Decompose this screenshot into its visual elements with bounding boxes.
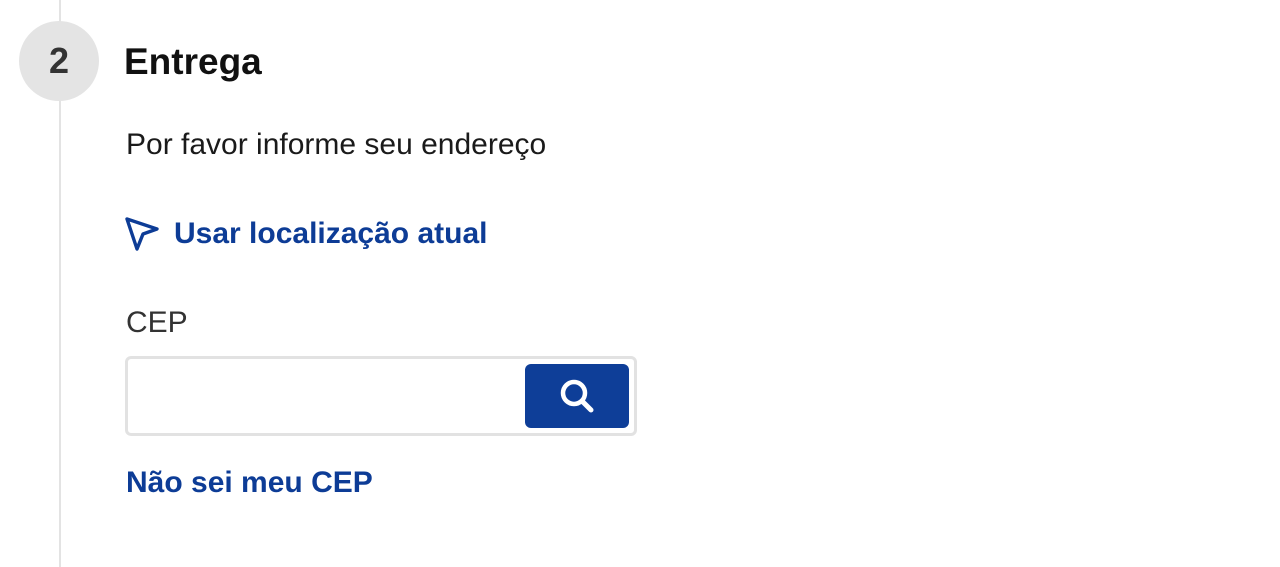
cep-search-button[interactable]	[525, 364, 629, 428]
cep-input-group	[125, 356, 637, 436]
step-number-badge: 2	[19, 21, 99, 101]
step-title: Entrega	[124, 41, 262, 82]
address-instructions: Por favor informe seu endereço	[126, 128, 547, 161]
delivery-step-panel: 2 Entrega Por favor informe seu endereço…	[0, 0, 1280, 567]
use-current-location-label: Usar localização atual	[174, 217, 488, 250]
unknown-cep-link[interactable]: Não sei meu CEP	[126, 463, 373, 503]
cep-field-label: CEP	[126, 306, 188, 339]
cep-input[interactable]	[140, 369, 524, 423]
use-current-location-link[interactable]: Usar localização atual	[124, 212, 487, 256]
navigation-arrow-icon	[125, 217, 159, 251]
search-icon	[560, 379, 594, 413]
